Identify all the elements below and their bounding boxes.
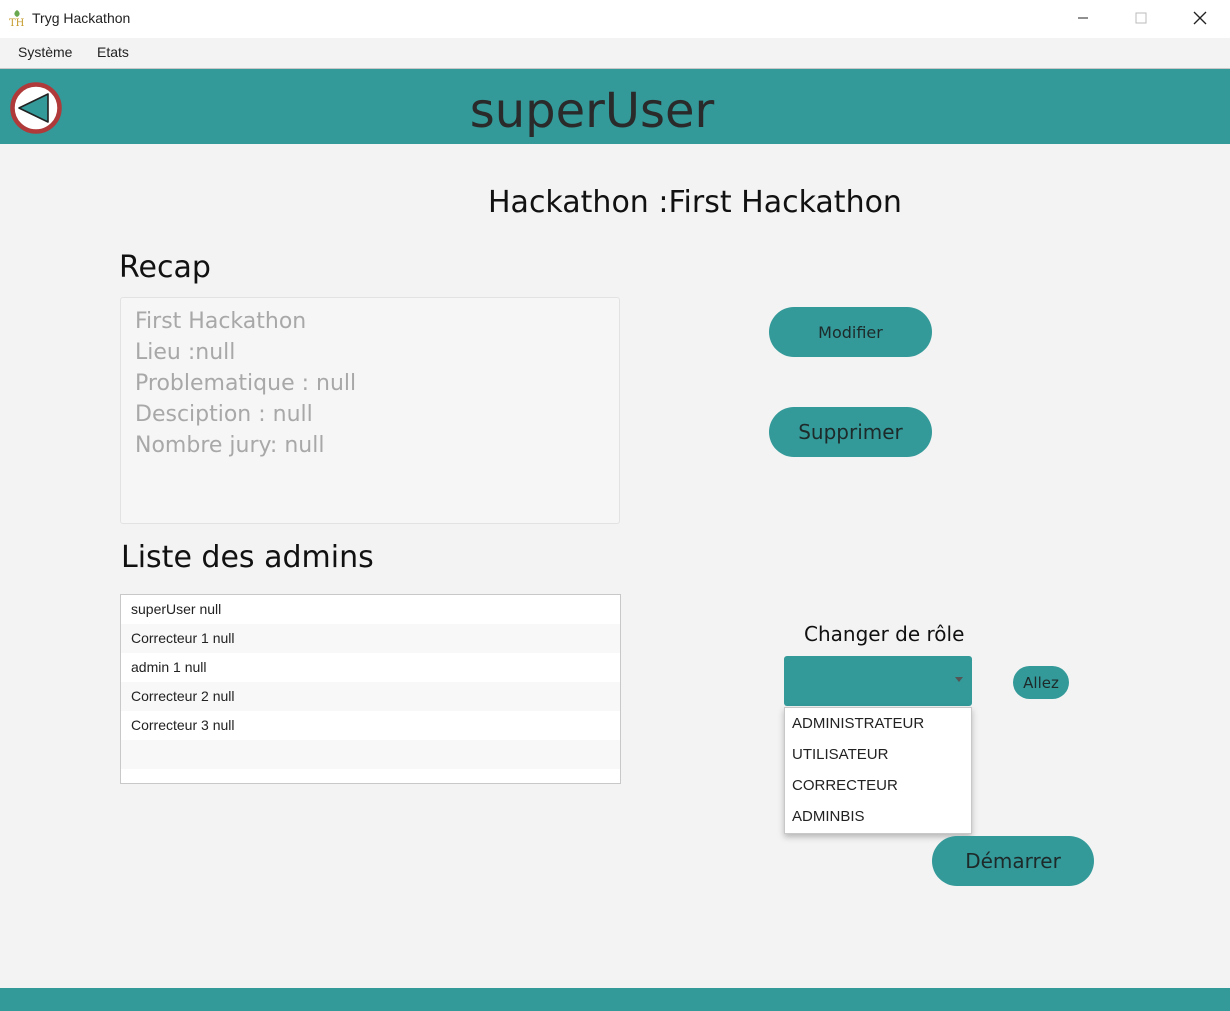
menu-bar: Système Etats bbox=[0, 38, 1230, 69]
minimize-button[interactable] bbox=[1054, 0, 1112, 36]
admins-title: Liste des admins bbox=[121, 540, 374, 575]
list-empty-row bbox=[121, 740, 620, 769]
footer-bar bbox=[0, 988, 1230, 1011]
role-option-adminbis[interactable]: ADMINBIS bbox=[785, 801, 971, 832]
window-title: Tryg Hackathon bbox=[32, 10, 131, 26]
change-role-label: Changer de rôle bbox=[804, 622, 965, 646]
role-option-administrateur[interactable]: ADMINISTRATEUR bbox=[785, 708, 971, 739]
close-button[interactable] bbox=[1171, 0, 1229, 36]
menu-systeme[interactable]: Système bbox=[18, 44, 72, 60]
recap-line-jury: Nombre jury: null bbox=[135, 433, 325, 458]
recap-title: Recap bbox=[119, 250, 211, 285]
recap-line-lieu: Lieu :null bbox=[135, 340, 236, 365]
minimize-icon bbox=[1078, 17, 1088, 19]
modify-button[interactable]: Modifier bbox=[769, 307, 932, 357]
recap-textarea[interactable]: First Hackathon Lieu :null Problematique… bbox=[120, 297, 620, 524]
recap-line-description: Desciption : null bbox=[135, 402, 313, 427]
hackathon-label: Hackathon : bbox=[488, 185, 669, 220]
role-dropdown: ADMINISTRATEUR UTILISATEUR CORRECTEUR AD… bbox=[784, 707, 972, 834]
chevron-down-icon bbox=[955, 677, 963, 682]
recap-line-name: First Hackathon bbox=[135, 309, 307, 334]
maximize-button[interactable] bbox=[1112, 0, 1170, 36]
list-empty-row bbox=[121, 769, 620, 783]
th-logo-icon: TH bbox=[9, 10, 25, 27]
hackathon-title: Hackathon :First Hackathon bbox=[488, 185, 902, 220]
list-item[interactable]: Correcteur 1 null bbox=[121, 624, 620, 653]
close-icon bbox=[1193, 11, 1207, 25]
go-button[interactable]: Allez bbox=[1013, 666, 1069, 699]
page-title: superUser bbox=[469, 83, 715, 139]
recap-line-problematique: Problematique : null bbox=[135, 371, 357, 396]
admins-list[interactable]: superUser null Correcteur 1 null admin 1… bbox=[120, 594, 621, 784]
start-button[interactable]: Démarrer bbox=[932, 836, 1094, 886]
list-item[interactable]: admin 1 null bbox=[121, 653, 620, 682]
role-option-correcteur[interactable]: CORRECTEUR bbox=[785, 770, 971, 801]
hackathon-name: First Hackathon bbox=[668, 185, 902, 220]
menu-etats[interactable]: Etats bbox=[97, 44, 129, 60]
title-bar: TH Tryg Hackathon bbox=[0, 0, 1230, 38]
list-item[interactable]: Correcteur 2 null bbox=[121, 682, 620, 711]
maximize-icon bbox=[1135, 12, 1147, 24]
delete-button[interactable]: Supprimer bbox=[769, 407, 932, 457]
role-option-utilisateur[interactable]: UTILISATEUR bbox=[785, 739, 971, 770]
svg-text:TH: TH bbox=[9, 18, 25, 27]
role-select[interactable] bbox=[784, 656, 972, 706]
list-item[interactable]: superUser null bbox=[121, 595, 620, 624]
list-item[interactable]: Correcteur 3 null bbox=[121, 711, 620, 740]
